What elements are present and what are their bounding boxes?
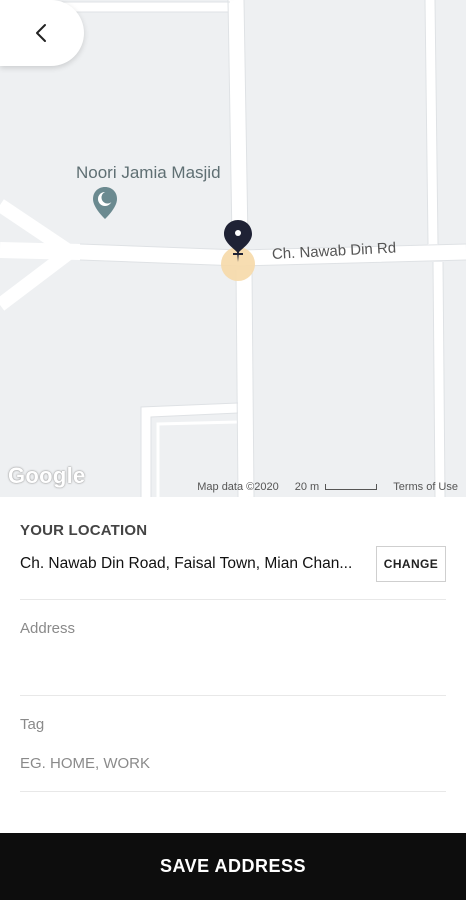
divider <box>20 791 446 792</box>
map-data-label: Map data ©2020 <box>197 481 279 493</box>
divider <box>20 599 446 600</box>
address-label: Address <box>20 620 76 637</box>
map-footer: Map data ©2020 20 m Terms of Use <box>0 477 466 497</box>
map-scale: 20 m <box>294 481 378 493</box>
change-button[interactable]: CHANGE <box>376 546 446 582</box>
location-address-text: Ch. Nawab Din Road, Faisal Town, Mian Ch… <box>20 555 353 572</box>
address-input[interactable] <box>20 653 446 681</box>
terms-link[interactable]: Terms of Use <box>393 481 458 493</box>
location-pin-icon[interactable] <box>219 218 257 284</box>
scale-label: 20 m <box>294 481 320 493</box>
save-address-button[interactable]: SAVE ADDRESS <box>0 833 466 900</box>
your-location-title: YOUR LOCATION <box>20 522 148 539</box>
tag-label: Tag <box>20 716 45 733</box>
poi-label[interactable]: Noori Jamia Masjid <box>76 163 221 183</box>
chevron-left-icon <box>36 24 46 42</box>
map-view[interactable]: Noori Jamia Masjid Ch. Nawab Din Rd Goog… <box>0 0 466 497</box>
divider <box>20 695 446 696</box>
mosque-pin-icon[interactable] <box>92 186 118 220</box>
location-row: Ch. Nawab Din Road, Faisal Town, Mian Ch… <box>20 545 446 583</box>
scale-bar <box>325 484 378 490</box>
tag-input[interactable] <box>20 749 446 777</box>
address-panel: YOUR LOCATION Ch. Nawab Din Road, Faisal… <box>0 497 466 833</box>
back-button[interactable] <box>0 0 84 66</box>
